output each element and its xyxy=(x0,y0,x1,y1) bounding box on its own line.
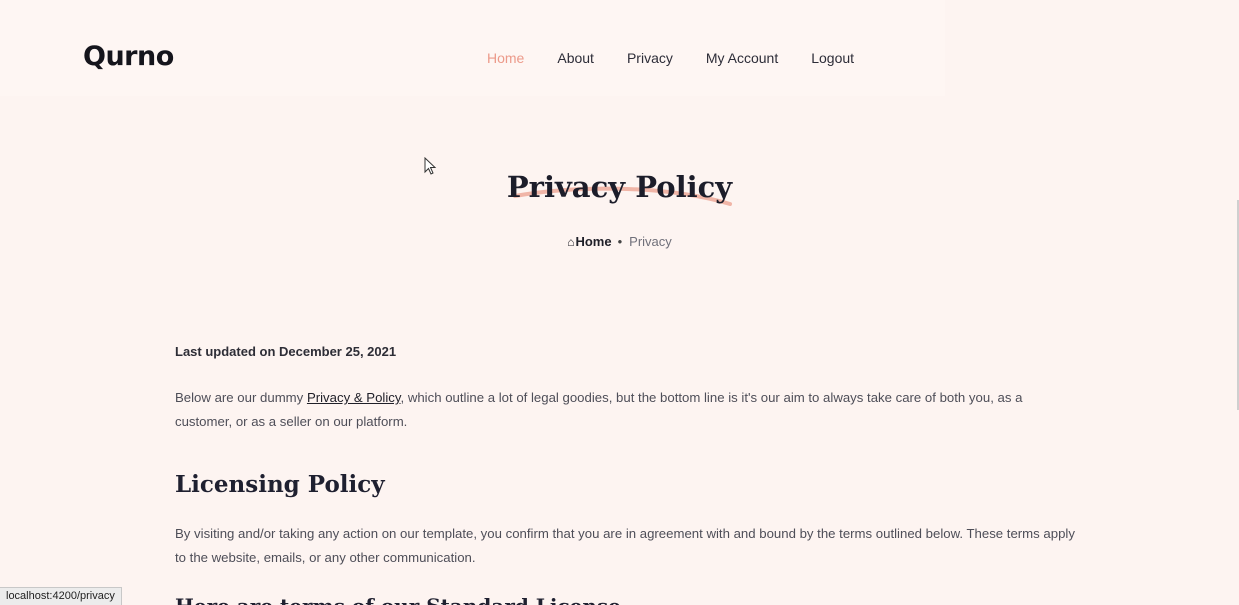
intro-text-start: Below are our dummy xyxy=(175,390,307,405)
page-title: Privacy Policy xyxy=(506,170,733,204)
nav-logout[interactable]: Logout xyxy=(811,50,854,66)
nav-about[interactable]: About xyxy=(557,50,594,66)
mouse-cursor-icon xyxy=(424,157,437,175)
last-updated: Last updated on December 25, 2021 xyxy=(175,344,397,359)
status-bar-url: localhost:4200/privacy xyxy=(0,587,122,605)
page: Qurno Home About Privacy My Account Logo… xyxy=(0,0,1239,605)
breadcrumb-home[interactable]: ⌂Home xyxy=(567,234,611,249)
site-header: Qurno Home About Privacy My Account Logo… xyxy=(0,0,945,96)
breadcrumb-home-label: Home xyxy=(575,234,612,249)
privacy-policy-link[interactable]: Privacy & Policy xyxy=(307,390,401,405)
intro-paragraph: Below are our dummy Privacy & Policy, wh… xyxy=(175,386,1075,434)
licensing-policy-paragraph: By visiting and/or taking any action on … xyxy=(175,526,1075,565)
nav-privacy[interactable]: Privacy xyxy=(627,50,673,66)
breadcrumb-current: Privacy xyxy=(629,234,672,249)
nav-home[interactable]: Home xyxy=(487,50,524,66)
standard-license-heading: Here are terms of our Standard License xyxy=(175,594,621,605)
home-icon: ⌂ xyxy=(567,235,575,249)
nav-my-account[interactable]: My Account xyxy=(706,50,778,66)
breadcrumb: ⌂Home • Privacy xyxy=(0,234,1239,249)
logo[interactable]: Qurno xyxy=(83,41,174,72)
breadcrumb-separator: • xyxy=(617,234,623,249)
privacy-content: Last updated on December 25, 2021 Below … xyxy=(175,344,1075,570)
main-nav: Home About Privacy My Account Logout xyxy=(487,50,887,66)
licensing-policy-heading: Licensing Policy xyxy=(175,471,385,498)
